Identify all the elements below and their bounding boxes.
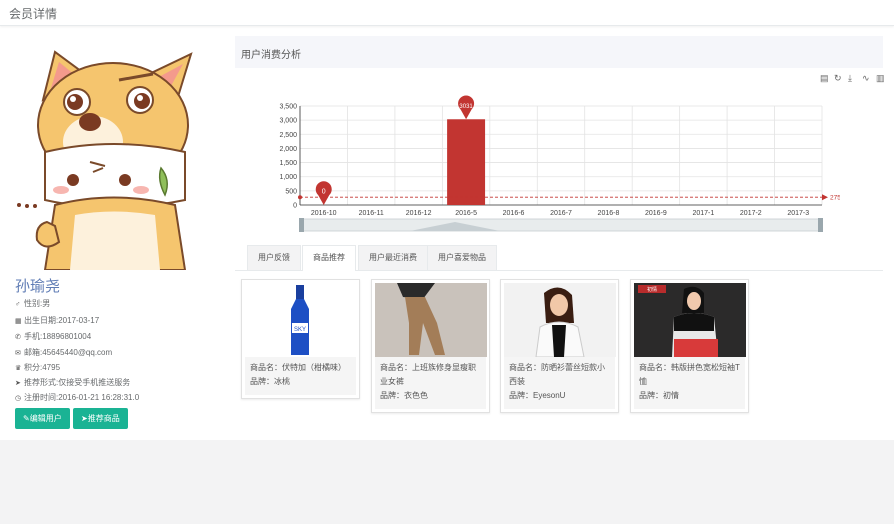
page: 会员详情 孙瑜尧 ♂ 性别:男 ▦ 出生日期:2017-03-17 ✆ 手机:1… xyxy=(0,0,894,440)
product-image xyxy=(503,283,616,357)
gender-icon: ♂ xyxy=(15,301,21,308)
envelope-icon: ✉ xyxy=(15,350,21,357)
y-tick-label: 3,000 xyxy=(279,118,297,125)
phone-icon: ✆ xyxy=(15,334,21,341)
svg-text:SKY: SKY xyxy=(293,327,305,333)
product-brand: 品牌：初情 xyxy=(639,391,679,400)
datazoom-track xyxy=(299,218,823,232)
y-tick-label: 1,500 xyxy=(279,160,297,167)
product-meta: 商品名：防晒衫蕾丝短款小西装 品牌：EyesonU xyxy=(504,357,615,409)
recommend-product-label: 推荐商品 xyxy=(87,414,120,423)
y-tick-label: 500 xyxy=(285,188,297,195)
x-tick-label: 2016-6 xyxy=(503,210,525,217)
birthday-text: 出生日期:2017-03-17 xyxy=(24,316,100,325)
tab-favorites[interactable]: 用户喜爱物品 xyxy=(427,245,497,270)
markpoint-label: 0 xyxy=(322,189,326,196)
product-meta: 商品名：伏特加（柑橘味） 品牌：冰桃 xyxy=(245,357,356,395)
edit-user-button[interactable]: ✎编辑用户 xyxy=(15,408,70,429)
x-tick-label: 2016-11 xyxy=(359,210,384,217)
datazoom-handle-left xyxy=(299,218,304,232)
analysis-title: 用户消费分析 xyxy=(241,50,301,61)
x-tick-label: 2016-9 xyxy=(645,210,667,217)
refresh-icon[interactable]: ↻ xyxy=(834,73,842,84)
bar xyxy=(447,119,486,205)
consumption-chart: 0 500 1,000 1,500 2,000 2,500 3,000 3,500 2016-1… xyxy=(279,95,840,232)
page-header: 会员详情 xyxy=(0,0,894,26)
detail-tabs: 用户反馈 商品推荐 用户最近消费 用户喜爱物品 xyxy=(235,243,883,271)
phone-row: ✆ 手机:18896801004 xyxy=(15,331,91,342)
gender-text: 性别:男 xyxy=(24,299,51,308)
calendar-icon: ▦ xyxy=(15,318,22,325)
line-chart-icon[interactable]: ∿ xyxy=(862,73,870,84)
x-tick-label: 2017-3 xyxy=(787,210,809,217)
product-brand: 品牌：冰桃 xyxy=(250,377,290,386)
edit-icon: ✎ xyxy=(23,414,30,423)
product-image xyxy=(374,283,487,357)
points-row: ♛ 积分:4795 xyxy=(15,362,60,373)
product-card[interactable]: 商品名：防晒衫蕾丝短款小西装 品牌：EyesonU xyxy=(500,279,619,413)
phone-text: 手机:18896801004 xyxy=(24,332,92,341)
y-tick-label: 2,500 xyxy=(279,132,297,139)
product-badge: 初情 xyxy=(646,286,656,293)
page-title: 会员详情 xyxy=(9,7,58,21)
analysis-panel-header: 用户消费分析 xyxy=(235,36,883,68)
tab-feedback[interactable]: 用户反馈 xyxy=(247,245,301,270)
data-view-icon[interactable]: ▤ xyxy=(820,73,829,84)
product-card[interactable]: 初情 商品名：韩版拼色宽松短袖T恤 品牌：初情 xyxy=(630,279,749,413)
markline-label: 275.55 xyxy=(830,195,840,202)
member-name: 孙瑜尧 xyxy=(15,278,61,295)
avatar xyxy=(17,50,193,270)
email-row: ✉ 邮箱:45645440@qq.com xyxy=(15,347,112,358)
product-brand: 品牌：衣色色 xyxy=(380,391,428,400)
tab-recent-consumption[interactable]: 用户最近消费 xyxy=(358,245,428,270)
product-name: 商品名：伏特加（柑橘味） xyxy=(250,363,346,372)
profile-panel: 孙瑜尧 ♂ 性别:男 ▦ 出生日期:2017-03-17 ✆ 手机:188968010… xyxy=(15,40,230,429)
markline-arrow xyxy=(822,194,828,201)
registered-text: 注册时间:2016-01-21 16:28:31.0 xyxy=(24,393,140,402)
markline-start xyxy=(298,195,302,200)
product-brand: 品牌：EyesonU xyxy=(509,391,566,400)
y-tick-label: 2,000 xyxy=(279,146,297,153)
send-icon: ➤ xyxy=(15,380,21,387)
product-meta: 商品名：上班族修身显瘦职业女裤 品牌：衣色色 xyxy=(375,357,486,409)
recommend-product-button[interactable]: ➤推荐商品 xyxy=(73,408,128,429)
product-name: 商品名：韩版拼色宽松短袖T恤 xyxy=(639,363,740,386)
y-tick-label: 1,000 xyxy=(279,174,297,181)
x-tick-label: 2016-8 xyxy=(598,210,620,217)
product-image: 初情 xyxy=(633,283,746,357)
download-icon[interactable]: ⤓ xyxy=(848,73,852,84)
clock-icon: ◷ xyxy=(15,395,22,402)
x-tick-label: 2016-7 xyxy=(550,210,572,217)
y-tick-label: 0 xyxy=(293,203,297,210)
datazoom-handle-right xyxy=(818,218,823,232)
email-text: 邮箱:45645440@qq.com xyxy=(24,348,113,357)
tab-recommend[interactable]: 商品推荐 xyxy=(302,245,356,271)
product-card[interactable]: 商品名：上班族修身显瘦职业女裤 品牌：衣色色 xyxy=(371,279,490,413)
registered-row: ◷ 注册时间:2016-01-21 16:28:31.0 xyxy=(15,392,139,403)
product-card[interactable]: SKY 商品名：伏特加（柑橘味） 品牌：冰桃 xyxy=(241,279,360,399)
product-image: SKY xyxy=(244,283,357,357)
push-row: ➤ 推荐形式:仅接受手机推送服务 xyxy=(15,377,130,388)
points-text: 积分:4795 xyxy=(24,363,61,372)
trophy-icon: ♛ xyxy=(15,365,22,372)
bar-chart-icon[interactable]: ▥ xyxy=(876,73,885,84)
product-name: 商品名：防晒衫蕾丝短款小西装 xyxy=(509,363,605,386)
x-tick-label: 2016-5 xyxy=(455,210,477,217)
edit-user-label: 编辑用户 xyxy=(29,414,62,423)
product-meta: 商品名：韩版拼色宽松短袖T恤 品牌：初情 xyxy=(634,357,745,409)
x-tick-label: 2017-2 xyxy=(740,210,762,217)
x-tick-label: 2016-10 xyxy=(311,210,337,217)
y-tick-label: 3,500 xyxy=(279,104,297,111)
product-name: 商品名：上班族修身显瘦职业女裤 xyxy=(380,363,476,386)
send-icon: ➤ xyxy=(81,414,88,423)
x-tick-label: 2017-1 xyxy=(692,210,714,217)
gender-row: ♂ 性别:男 xyxy=(15,298,50,309)
markpoint-label: 3031 xyxy=(459,104,473,110)
x-tick-label: 2016-12 xyxy=(406,210,432,217)
push-text: 推荐形式:仅接受手机推送服务 xyxy=(24,378,131,387)
birthday-row: ▦ 出生日期:2017-03-17 xyxy=(15,315,99,326)
